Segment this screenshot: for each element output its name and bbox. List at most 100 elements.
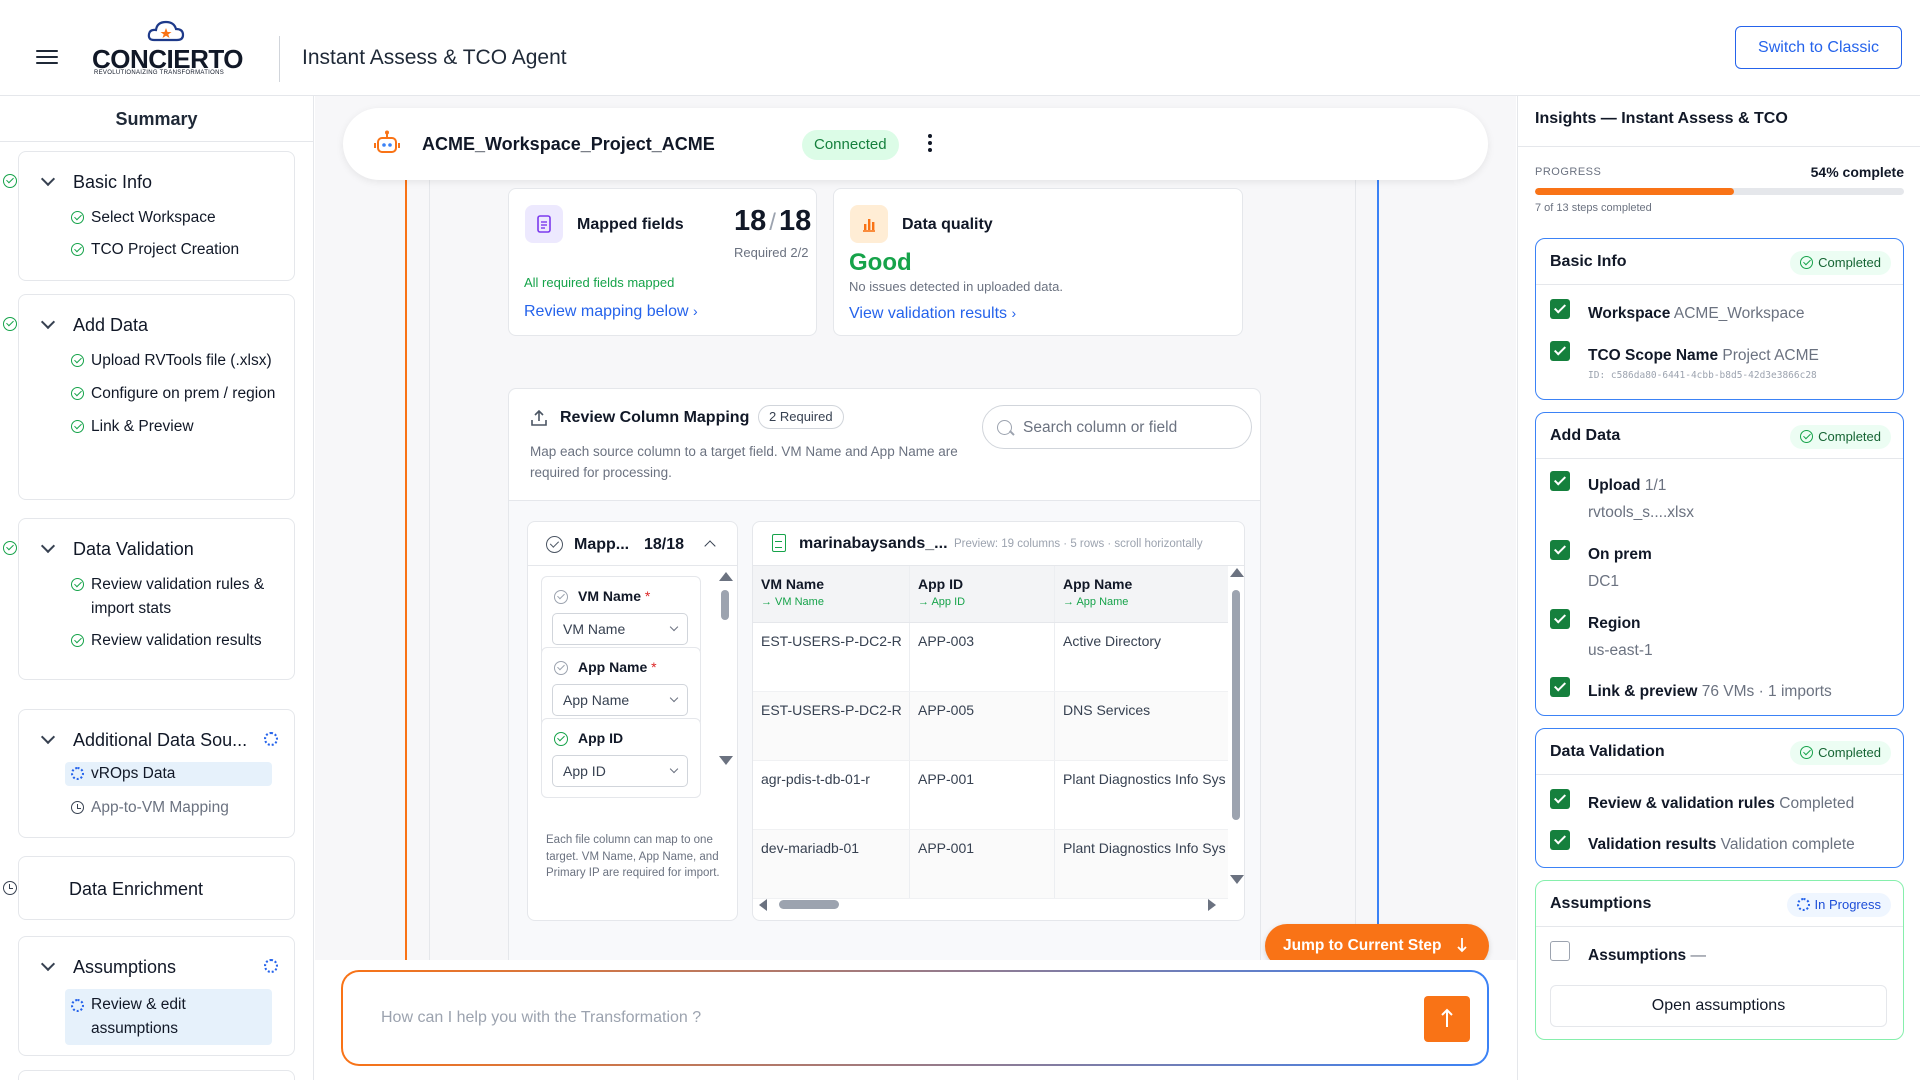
item-sub: us-east-1: [1588, 642, 1653, 659]
completed-check-icon: [71, 578, 84, 591]
table-row: agr-pdis-t-db-01-r APP-001 Plant Diagnos…: [753, 761, 1228, 830]
app-name-select[interactable]: App Name: [552, 684, 688, 716]
sidebar-item-app-to-vm-mapping[interactable]: App-to-VM Mapping: [19, 796, 294, 820]
review-mapping-link[interactable]: Review mapping below ›: [524, 303, 698, 321]
scroll-up-icon[interactable]: [719, 572, 733, 581]
scroll-thumb[interactable]: [1232, 590, 1240, 820]
chevron-up-icon[interactable]: [704, 540, 716, 552]
section-header[interactable]: Data Validation: [3, 519, 294, 567]
chevron-down-icon[interactable]: [40, 729, 56, 745]
chevron-down-icon[interactable]: [40, 171, 56, 187]
checked-checkbox[interactable]: [1550, 540, 1570, 560]
document-icon: [525, 205, 563, 243]
search-input[interactable]: [1023, 416, 1243, 440]
sidebar-item-configure-on-prem[interactable]: Configure on prem / region: [19, 382, 294, 406]
more-options-icon[interactable]: [927, 134, 933, 154]
section-title: Assumptions: [73, 957, 177, 977]
preview-vertical-scrollbar[interactable]: [1228, 566, 1244, 886]
completed-badge: Completed: [1790, 251, 1891, 275]
chat-input[interactable]: [381, 1006, 1281, 1030]
view-validation-results-link[interactable]: View validation results ›: [849, 305, 1016, 323]
item-label: On prem: [1588, 546, 1652, 563]
chevron-down-icon: [669, 693, 679, 703]
checked-checkbox[interactable]: [1550, 341, 1570, 361]
checked-checkbox[interactable]: [1550, 789, 1570, 809]
spreadsheet-file-icon: [772, 534, 786, 552]
menu-icon[interactable]: [36, 50, 58, 64]
item-label: Link & preview: [1588, 683, 1698, 700]
search-field[interactable]: [982, 405, 1252, 449]
section-title: Add Data: [73, 315, 149, 335]
summary-sidebar: Summary Basic Info Select Workspace TCO …: [0, 96, 314, 1080]
sidebar-section-additional-data-sources[interactable]: Additional Data Sou... vROps Data App-to…: [18, 709, 295, 838]
required-asterisk: *: [651, 659, 657, 675]
in-progress-spinner-icon: [264, 732, 278, 746]
select-value: App Name: [563, 692, 630, 708]
sidebar-section-data-enrichment[interactable]: Data Enrichment: [3, 856, 295, 920]
chevron-down-icon[interactable]: [40, 538, 56, 554]
send-button[interactable]: [1424, 996, 1470, 1042]
checked-checkbox[interactable]: [1550, 471, 1570, 491]
total-value: 18: [778, 205, 812, 237]
column-mapping: → VM Name: [761, 596, 824, 608]
sidebar-item-review-edit-assumptions[interactable]: Review & edit assumptions: [65, 989, 272, 1045]
checked-checkbox[interactable]: [1550, 677, 1570, 697]
sidebar-item-review-validation-results[interactable]: Review validation results: [19, 629, 294, 653]
completed-check-icon: [71, 354, 84, 367]
section-header[interactable]: Additional Data Sou...: [19, 710, 294, 758]
chevron-down-icon[interactable]: [40, 956, 56, 972]
sidebar-item-review-validation-rules[interactable]: Review validation rules & import stats: [19, 573, 294, 621]
vm-name-select[interactable]: VM Name: [552, 613, 688, 645]
scroll-thumb[interactable]: [779, 900, 839, 909]
sidebar-section-data-validation[interactable]: Data Validation Review validation rules …: [3, 518, 295, 680]
badge-label: In Progress: [1814, 897, 1881, 912]
item-text: Review & validation rules Completed: [1588, 790, 1888, 817]
sidebar-section-basic-info[interactable]: Basic Info Select Workspace TCO Project …: [3, 151, 295, 281]
scroll-down-icon[interactable]: [1230, 875, 1244, 884]
open-assumptions-button[interactable]: Open assumptions: [1550, 985, 1887, 1027]
badge-label: Completed: [1818, 255, 1881, 270]
sidebar-item-select-workspace[interactable]: Select Workspace: [19, 206, 294, 230]
mapping-footnote: Each file column can map to one target. …: [546, 834, 720, 879]
sidebar-section-assumptions[interactable]: Assumptions Review & edit assumptions: [18, 936, 295, 1056]
checked-checkbox[interactable]: [1550, 830, 1570, 850]
sidebar-section-add-data[interactable]: Add Data Upload RVTools file (.xlsx) Con…: [3, 294, 295, 500]
sidebar-item-vrops-data[interactable]: vROps Data: [65, 762, 272, 786]
insight-section-basic-info: Basic Info Completed Workspace ACME_Work…: [1535, 238, 1904, 400]
scroll-down-icon[interactable]: [719, 756, 733, 765]
table-cell: APP-001: [910, 761, 1055, 829]
sidebar-item-upload-rvtools[interactable]: Upload RVTools file (.xlsx): [19, 349, 294, 373]
sidebar-item-link-preview[interactable]: Link & Preview: [19, 415, 294, 439]
preview-horizontal-scrollbar[interactable]: [753, 892, 1228, 916]
mapping-scrollbar[interactable]: [718, 570, 733, 860]
section-header[interactable]: Basic Info: [3, 152, 294, 200]
scroll-left-icon[interactable]: [759, 899, 767, 911]
column-name: VM Name: [761, 576, 825, 592]
insight-section-header: Add Data Completed: [1536, 413, 1903, 459]
required-badge: 2 Required: [758, 405, 844, 429]
item-value: —: [1690, 947, 1707, 964]
check-circle-icon: [546, 536, 563, 553]
completed-badge: Completed: [1790, 741, 1891, 765]
chevron-down-icon[interactable]: [40, 314, 56, 330]
checked-checkbox[interactable]: [1550, 609, 1570, 629]
scroll-right-icon[interactable]: [1208, 899, 1216, 911]
insight-section-title: Basic Info: [1550, 253, 1627, 270]
section-header[interactable]: Add Data: [3, 295, 294, 343]
item-value: Validation complete: [1720, 836, 1855, 853]
sidebar-item-tco-project-creation[interactable]: TCO Project Creation: [19, 238, 294, 262]
table-cell: dev-mariadb-01: [753, 830, 910, 898]
column-name: App ID: [918, 576, 964, 592]
scroll-thumb[interactable]: [721, 590, 729, 620]
switch-to-classic-button[interactable]: Switch to Classic: [1735, 26, 1902, 69]
badge-label: Completed: [1818, 745, 1881, 760]
table-cell: Plant Diagnostics Info Sys: [1063, 771, 1226, 787]
checked-checkbox[interactable]: [1550, 299, 1570, 319]
mapping-panel-header[interactable]: Mapp... 18/18: [528, 522, 737, 566]
scroll-up-icon[interactable]: [1230, 568, 1244, 577]
app-id-select[interactable]: App ID: [552, 755, 688, 787]
section-header[interactable]: Assumptions: [19, 937, 294, 985]
unchecked-checkbox[interactable]: [1550, 941, 1570, 961]
preview-table: VM Name → VM Name App ID → App ID App Name…: [753, 566, 1228, 899]
section-header[interactable]: Data Enrichment: [3, 857, 294, 905]
